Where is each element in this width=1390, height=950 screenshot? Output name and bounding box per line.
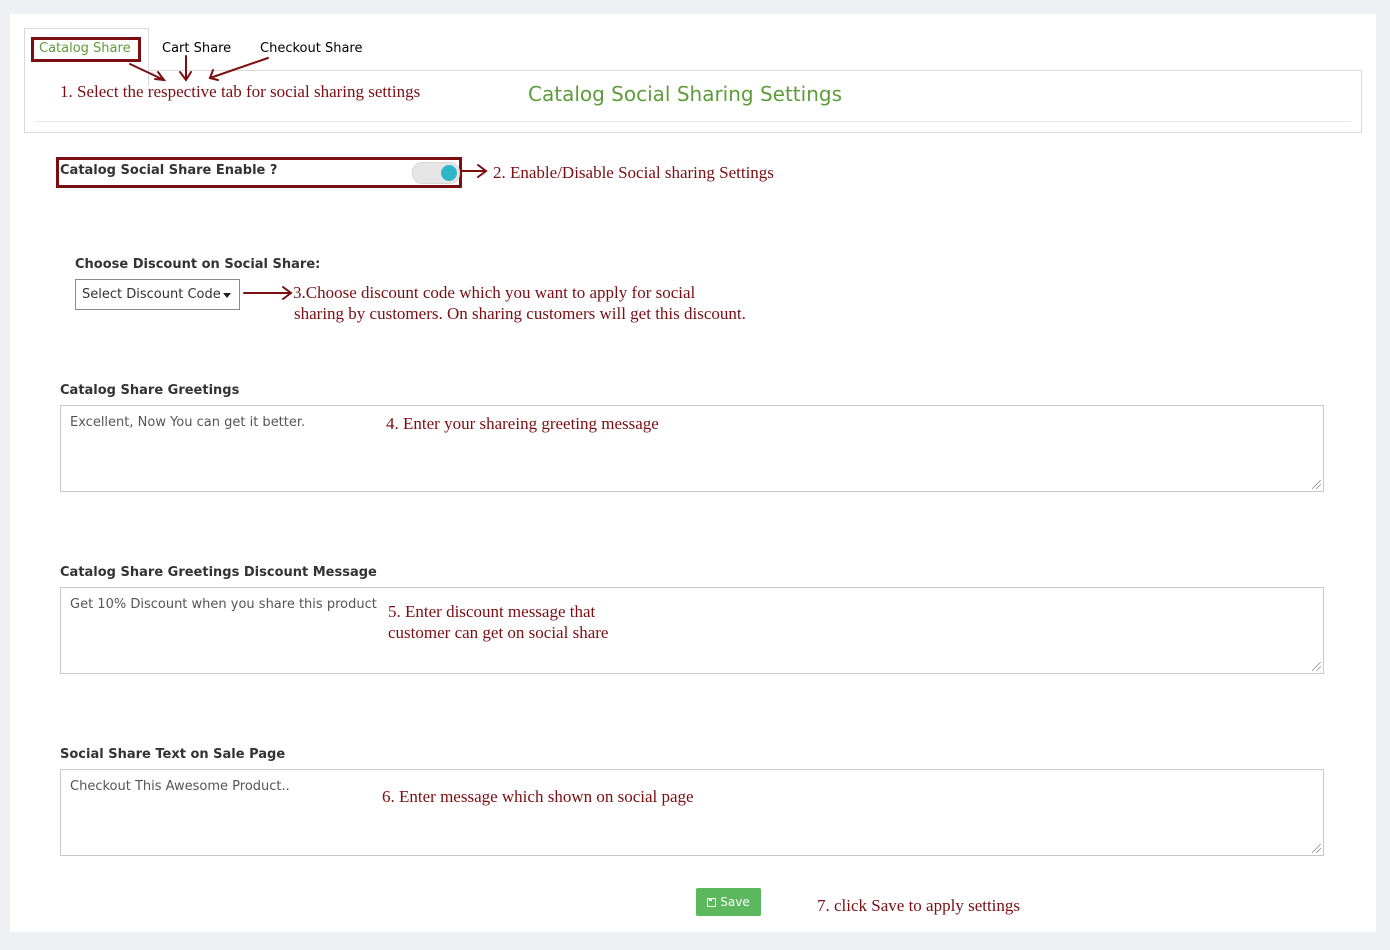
annotation-arrows (129, 55, 488, 300)
arrow-line (209, 57, 269, 79)
